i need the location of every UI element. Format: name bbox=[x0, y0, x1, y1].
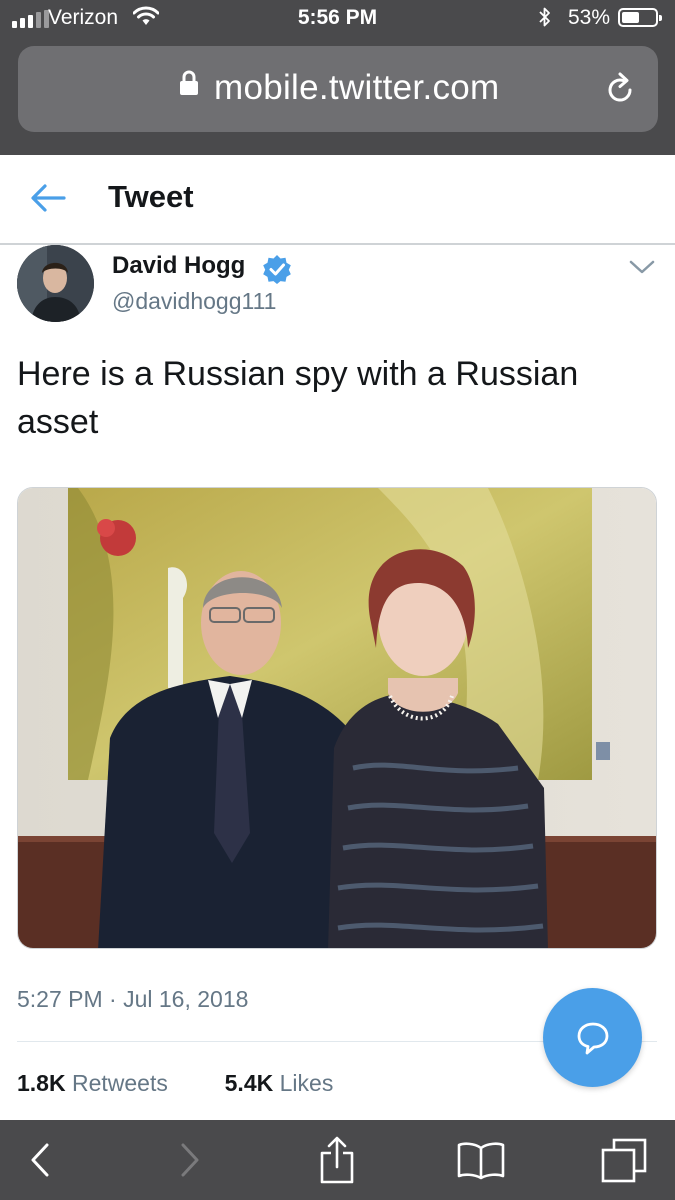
tweet-timestamp[interactable]: 5:27 PM · Jul 16, 2018 bbox=[17, 986, 248, 1013]
verified-badge-icon bbox=[262, 254, 292, 289]
lock-icon bbox=[179, 70, 199, 101]
author-name[interactable]: David Hogg bbox=[112, 252, 245, 280]
share-icon[interactable] bbox=[304, 1120, 370, 1200]
retweet-count[interactable]: 1.8K bbox=[17, 1070, 66, 1096]
reply-button[interactable] bbox=[543, 988, 642, 1087]
status-bar: Verizon 5:56 PM 53% bbox=[0, 0, 675, 38]
browser-top-chrome: Verizon 5:56 PM 53% mobile.twitter.com bbox=[0, 0, 675, 155]
tweet-stats: 1.8K Retweets 5.4K Likes bbox=[17, 1070, 333, 1097]
url-text: mobile.twitter.com bbox=[214, 68, 500, 107]
retweet-label[interactable]: Retweets bbox=[72, 1070, 168, 1096]
browser-bottom-toolbar bbox=[0, 1120, 675, 1200]
address-bar[interactable]: mobile.twitter.com bbox=[18, 46, 658, 132]
battery-icon bbox=[618, 8, 662, 27]
like-label[interactable]: Likes bbox=[280, 1070, 334, 1096]
tweet-text: Here is a Russian spy with a Russian ass… bbox=[17, 355, 579, 441]
like-count[interactable]: 5.4K bbox=[225, 1070, 274, 1096]
forward-chevron-icon[interactable] bbox=[160, 1120, 220, 1200]
back-arrow-icon[interactable] bbox=[30, 183, 66, 218]
tweet-photo[interactable] bbox=[17, 487, 657, 949]
bookmarks-icon[interactable] bbox=[450, 1120, 512, 1200]
tabs-icon[interactable] bbox=[596, 1120, 652, 1200]
page-header: Tweet bbox=[0, 155, 675, 245]
back-chevron-icon[interactable] bbox=[10, 1120, 70, 1200]
page-title: Tweet bbox=[108, 179, 194, 214]
reload-icon[interactable] bbox=[606, 71, 636, 110]
chevron-down-icon[interactable] bbox=[628, 258, 656, 281]
battery-percent: 53% bbox=[568, 6, 611, 29]
reply-bubble-icon bbox=[577, 1022, 609, 1055]
author-handle[interactable]: @davidhogg111 bbox=[112, 288, 276, 315]
bluetooth-icon bbox=[538, 6, 552, 33]
avatar[interactable] bbox=[17, 245, 94, 322]
